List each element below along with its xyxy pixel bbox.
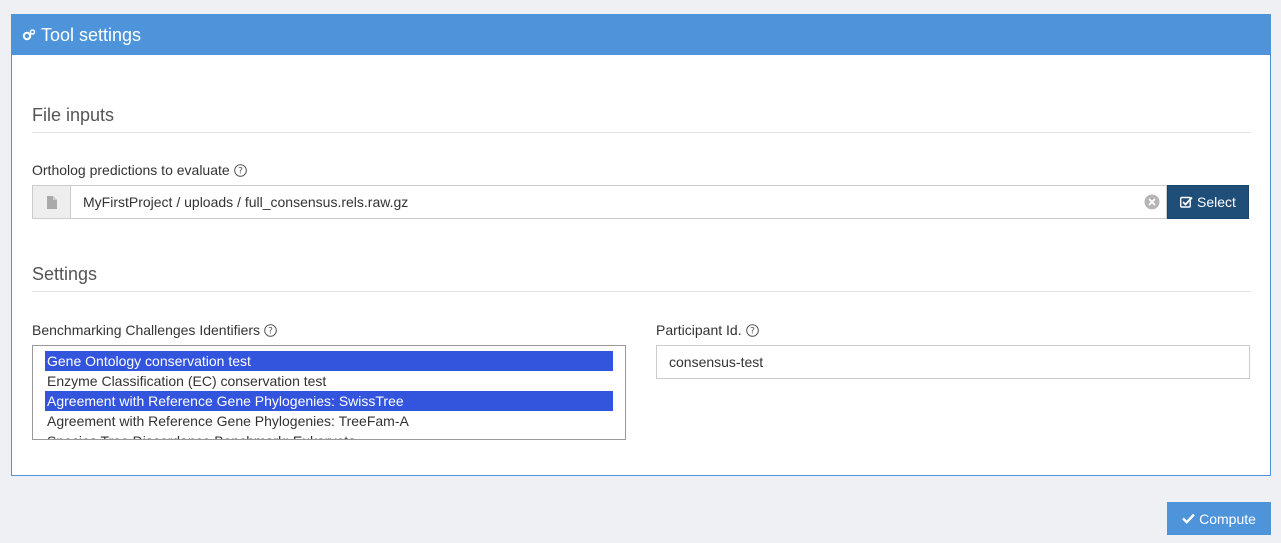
list-option[interactable]: Enzyme Classification (EC) conservation … [45, 371, 613, 391]
compute-button-label: Compute [1199, 510, 1256, 527]
ortholog-label: Ortholog predictions to evaluate ? [32, 162, 247, 178]
select-button[interactable]: Select [1167, 185, 1249, 219]
compute-button[interactable]: Compute [1167, 502, 1271, 535]
file-path-field[interactable]: MyFirstProject / uploads / full_consensu… [70, 185, 1167, 219]
file-inputs-heading: File inputs [32, 105, 1251, 133]
file-icon [32, 185, 70, 219]
help-icon[interactable]: ? [233, 163, 247, 177]
svg-text:?: ? [268, 326, 273, 336]
list-option[interactable]: Species Tree Discordance Benchmark: Euka… [45, 431, 613, 439]
challenges-label-text: Benchmarking Challenges Identifiers [32, 322, 261, 338]
panel-title: Tool settings [41, 24, 142, 45]
svg-text:?: ? [238, 166, 243, 176]
svg-text:?: ? [750, 326, 755, 336]
gears-icon [22, 28, 36, 42]
settings-heading: Settings [32, 264, 1251, 292]
list-option[interactable]: Agreement with Reference Gene Phylogenie… [45, 391, 613, 411]
checkmark-icon [1182, 513, 1195, 524]
select-button-label: Select [1197, 194, 1236, 210]
challenges-label: Benchmarking Challenges Identifiers ? [32, 322, 277, 338]
help-icon[interactable]: ? [264, 323, 277, 337]
file-path-value: MyFirstProject / uploads / full_consensu… [83, 194, 409, 210]
participant-id-input[interactable]: consensus-test [656, 345, 1250, 379]
challenges-listbox[interactable]: Gene Ontology conservation test Enzyme C… [32, 345, 626, 440]
tool-settings-panel: Tool settings File inputs Ortholog predi… [11, 14, 1271, 476]
file-input-group: MyFirstProject / uploads / full_consensu… [32, 185, 1249, 219]
participant-id-value: consensus-test [669, 354, 764, 370]
list-option[interactable]: Agreement with Reference Gene Phylogenie… [45, 411, 613, 431]
participant-label-text: Participant Id. [656, 322, 742, 338]
participant-label: Participant Id. ? [656, 322, 759, 338]
list-option[interactable]: Gene Ontology conservation test [45, 351, 613, 371]
panel-header: Tool settings [12, 15, 1270, 55]
check-square-icon [1180, 196, 1193, 208]
help-icon[interactable]: ? [745, 323, 759, 337]
ortholog-label-text: Ortholog predictions to evaluate [32, 162, 230, 178]
clear-icon[interactable] [1144, 194, 1160, 210]
